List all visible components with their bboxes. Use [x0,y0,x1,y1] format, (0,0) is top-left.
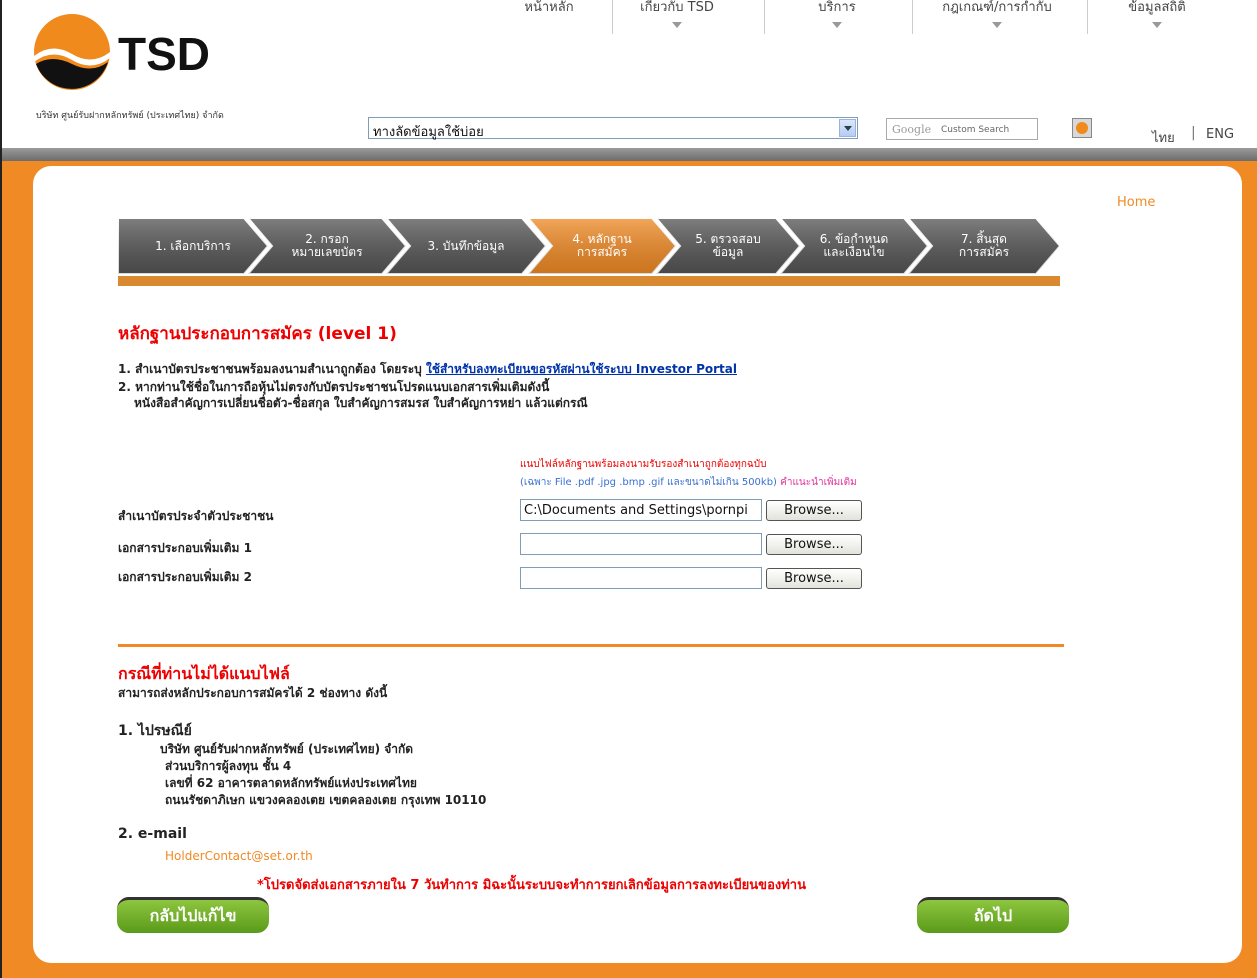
note-2-docs: หนังสือสำคัญการเปลี่ยนชื่อตัว-ชื่อสกุล ใ… [134,396,588,410]
more-info-link[interactable]: คำแนะนำเพิ่มเติม [780,477,857,488]
steps-underline [118,276,1060,286]
chevron-down-icon [1152,22,1162,28]
nav-statistics[interactable]: ข้อมูลสถิติ [1097,0,1217,28]
note-1: 1. สำเนาบัตรประชาชนพร้อมลงนามสำเนาถูกต้อ… [118,360,737,379]
nav-regulations-label: กฎเกณฑ์/การกำกับ [942,0,1052,15]
step-label: 4. หลักฐาน การสมัคร [572,232,632,259]
step-label: 5. ตรวจสอบ ข้อมูล [695,232,761,259]
quick-links-select[interactable]: ทางลัดข้อมูลใช้บ่อย [368,117,858,140]
post-channel-title: 1. ไปรษณีย์ [118,723,192,739]
attach-format-text: (เฉพาะ File .pdf .jpg .bmp .gif และขนาดไ… [520,477,777,488]
chevron-down-icon [672,22,682,28]
google-search-input[interactable]: Google Custom Search [886,118,1038,140]
top-navigation: หน้าหลัก เกี่ยวกับ TSD บริการ กฎเกณฑ์/กา… [472,0,1257,40]
lang-eng-link[interactable]: ENG [1206,127,1234,142]
investor-portal-link[interactable]: ใช้สำหรับลงทะเบียนขอรหัสผ่านใช้ระบบ Inve… [426,362,737,376]
company-name: บริษัท ศูนย์รับฝากหลักทรัพย์ (ประเทศไทย)… [36,111,224,121]
file-input-extra-2[interactable] [520,567,762,589]
nav-divider [912,0,913,34]
browse-button-id-card[interactable]: Browse... [766,500,862,521]
section-divider [118,644,1064,647]
step-label: 1. เลือกบริการ [155,238,231,253]
step-label: 6. ข้อกำหนด และเงื่อนไข [819,232,889,259]
nav-services-label: บริการ [818,0,856,15]
post-address-line: ถนนรัชดาภิเษก แขวงคลองเตย เขตคลองเตย กรุ… [165,793,487,807]
attach-hint: แนบไฟล์หลักฐานพร้อมลงนามรับรองสำเนาถูกต้… [520,459,767,470]
chevron-down-icon [992,22,1002,28]
nav-about-label: เกี่ยวกับ TSD [640,0,714,15]
lang-separator: | [1191,125,1196,141]
step-finish: 7. สิ้นสุด การสมัคร [908,218,1060,274]
step-label: 7. สิ้นสุด การสมัคร [958,232,1010,259]
file-input-extra-1[interactable] [520,533,762,555]
browse-button-extra-2[interactable]: Browse... [766,568,862,589]
step-label: 2. กรอก หมายเลขบัตร [291,232,363,259]
step-verify: 5. ตรวจสอบ ข้อมูล [656,218,800,274]
nav-statistics-label: ข้อมูลสถิติ [1128,0,1186,15]
nav-services[interactable]: บริการ [792,0,882,28]
nav-home-label: หน้าหลัก [524,0,574,15]
email-channel-title: 2. e-mail [118,826,187,842]
deadline-notice: *โปรดจัดส่งเอกสารภายใน 7 วันทำการ มิฉะนั… [257,878,806,893]
home-link[interactable]: Home [1117,195,1155,210]
no-attach-subtitle: สามารถส่งหลักประกอบการสมัครได้ 2 ช่องทาง… [118,686,388,700]
browse-button-extra-1[interactable]: Browse... [766,534,862,555]
step-enter-id: 2. กรอก หมายเลขบัตร [248,218,406,274]
step-label: 3. บันทึกข้อมูล [427,238,505,253]
dropdown-arrow-icon[interactable] [839,119,856,137]
lang-thai-link[interactable]: ไทย [1152,127,1175,148]
quick-links-value: ทางลัดข้อมูลใช้บ่อย [373,125,484,140]
nav-home[interactable]: หน้าหลัก [504,0,594,17]
back-button[interactable]: กลับไปแก้ไข [117,897,269,933]
file-label-extra-2: เอกสารประกอบเพิ่มเติม 2 [118,570,252,584]
email-link[interactable]: HolderContact@set.or.th [165,849,313,863]
step-evidence: 4. หลักฐาน การสมัคร [528,218,676,274]
nav-regulations[interactable]: กฎเกณฑ์/การกำกับ [922,0,1072,28]
google-brand: Google [892,123,932,136]
page-title: หลักฐานประกอบการสมัคร (level 1) [118,324,397,344]
nav-divider [612,0,613,34]
svg-text:TSD: TSD [118,28,210,80]
file-label-id-card: สำเนาบัตรประจำตัวประชาชน [118,509,274,523]
step-terms: 6. ข้อกำหนด และเงื่อนไข [780,218,928,274]
step-save-data: 3. บันทึกข้อมูล [386,218,546,274]
file-input-id-card[interactable]: C:\Documents and Settings\pornpi [520,499,762,521]
file-label-extra-1: เอกสารประกอบเพิ่มเติม 1 [118,541,252,555]
note-1-text: 1. สำเนาบัตรประชาชนพร้อมลงนามสำเนาถูกต้อ… [118,362,426,376]
header-divider-bar [2,148,1257,161]
next-button[interactable]: ถัดไป [917,897,1069,933]
nav-divider [1087,0,1088,34]
nav-divider [764,0,765,34]
step-select-service: 1. เลือกบริการ [118,218,268,274]
search-go-button[interactable] [1072,118,1092,138]
attach-format: (เฉพาะ File .pdf .jpg .bmp .gif และขนาดไ… [520,475,857,490]
tsd-logo[interactable]: TSD [32,12,252,92]
chevron-down-icon [832,22,842,28]
search-placeholder: Custom Search [941,125,1010,135]
nav-about[interactable]: เกี่ยวกับ TSD [622,0,732,28]
